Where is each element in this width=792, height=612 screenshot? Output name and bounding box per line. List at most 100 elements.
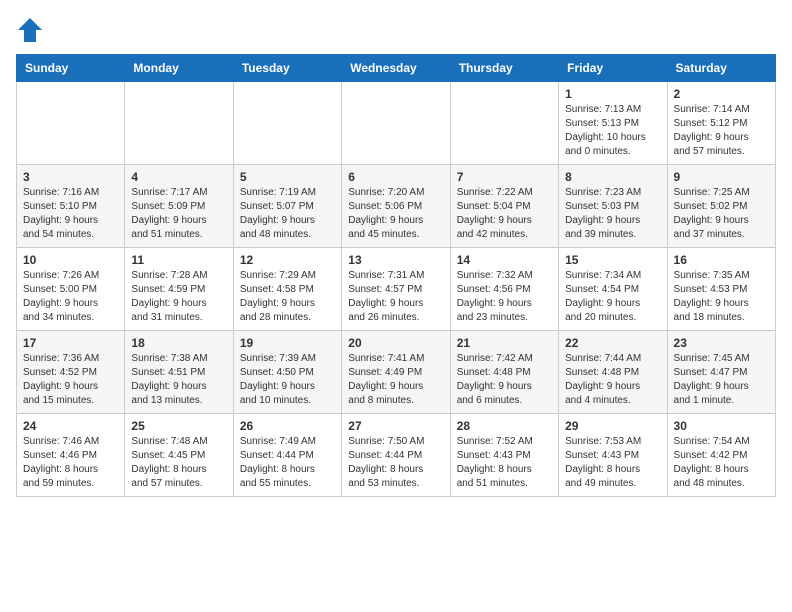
calendar-cell: 5 Sunrise: 7:19 AM Sunset: 5:07 PM Daylig… — [233, 165, 341, 248]
day-details: Sunrise: 7:20 AM Sunset: 5:06 PM Dayligh… — [348, 186, 443, 242]
calendar-header-row: SundayMondayTuesdayWednesdayThursdayFrid… — [17, 55, 776, 82]
day-number: 25 — [131, 419, 226, 433]
calendar-cell: 29 Sunrise: 7:53 AM Sunset: 4:43 PM Dayli… — [559, 414, 667, 497]
day-details: Sunrise: 7:22 AM Sunset: 5:04 PM Dayligh… — [457, 186, 552, 242]
calendar-cell: 24 Sunrise: 7:46 AM Sunset: 4:46 PM Dayli… — [17, 414, 125, 497]
day-number: 2 — [674, 87, 769, 101]
day-number: 12 — [240, 253, 335, 267]
day-details: Sunrise: 7:16 AM Sunset: 5:10 PM Dayligh… — [23, 186, 118, 242]
weekday-header: Monday — [125, 55, 233, 82]
day-details: Sunrise: 7:53 AM Sunset: 4:43 PM Dayligh… — [565, 435, 660, 491]
day-number: 1 — [565, 87, 660, 101]
day-details: Sunrise: 7:31 AM Sunset: 4:57 PM Dayligh… — [348, 269, 443, 325]
calendar-cell: 20 Sunrise: 7:41 AM Sunset: 4:49 PM Dayli… — [342, 331, 450, 414]
day-number: 6 — [348, 170, 443, 184]
day-details: Sunrise: 7:26 AM Sunset: 5:00 PM Dayligh… — [23, 269, 118, 325]
calendar-cell: 1 Sunrise: 7:13 AM Sunset: 5:13 PM Daylig… — [559, 82, 667, 165]
day-number: 11 — [131, 253, 226, 267]
calendar-cell: 22 Sunrise: 7:44 AM Sunset: 4:48 PM Dayli… — [559, 331, 667, 414]
calendar-cell — [233, 82, 341, 165]
day-details: Sunrise: 7:36 AM Sunset: 4:52 PM Dayligh… — [23, 352, 118, 408]
calendar-cell — [17, 82, 125, 165]
calendar-cell: 14 Sunrise: 7:32 AM Sunset: 4:56 PM Dayli… — [450, 248, 558, 331]
day-details: Sunrise: 7:49 AM Sunset: 4:44 PM Dayligh… — [240, 435, 335, 491]
calendar-cell: 17 Sunrise: 7:36 AM Sunset: 4:52 PM Dayli… — [17, 331, 125, 414]
calendar-cell: 30 Sunrise: 7:54 AM Sunset: 4:42 PM Dayli… — [667, 414, 775, 497]
day-details: Sunrise: 7:19 AM Sunset: 5:07 PM Dayligh… — [240, 186, 335, 242]
calendar-cell: 12 Sunrise: 7:29 AM Sunset: 4:58 PM Dayli… — [233, 248, 341, 331]
day-details: Sunrise: 7:25 AM Sunset: 5:02 PM Dayligh… — [674, 186, 769, 242]
calendar-cell: 15 Sunrise: 7:34 AM Sunset: 4:54 PM Dayli… — [559, 248, 667, 331]
weekday-header: Friday — [559, 55, 667, 82]
calendar-week-row: 10 Sunrise: 7:26 AM Sunset: 5:00 PM Dayli… — [17, 248, 776, 331]
calendar-cell: 27Sunrise: 7:50 AM Sunset: 4:44 PM Dayli… — [342, 414, 450, 497]
weekday-header: Saturday — [667, 55, 775, 82]
day-number: 21 — [457, 336, 552, 350]
day-details: Sunrise: 7:23 AM Sunset: 5:03 PM Dayligh… — [565, 186, 660, 242]
day-details: Sunrise: 7:29 AM Sunset: 4:58 PM Dayligh… — [240, 269, 335, 325]
calendar-cell: 8 Sunrise: 7:23 AM Sunset: 5:03 PM Daylig… — [559, 165, 667, 248]
day-details: Sunrise: 7:41 AM Sunset: 4:49 PM Dayligh… — [348, 352, 443, 408]
day-details: Sunrise: 7:38 AM Sunset: 4:51 PM Dayligh… — [131, 352, 226, 408]
day-details: Sunrise: 7:32 AM Sunset: 4:56 PM Dayligh… — [457, 269, 552, 325]
day-number: 10 — [23, 253, 118, 267]
day-number: 16 — [674, 253, 769, 267]
day-number: 13 — [348, 253, 443, 267]
calendar-cell: 18 Sunrise: 7:38 AM Sunset: 4:51 PM Dayli… — [125, 331, 233, 414]
calendar-cell: 28 Sunrise: 7:52 AM Sunset: 4:43 PM Dayli… — [450, 414, 558, 497]
day-number: 29 — [565, 419, 660, 433]
day-number: 17 — [23, 336, 118, 350]
calendar-cell: 26 Sunrise: 7:49 AM Sunset: 4:44 PM Dayli… — [233, 414, 341, 497]
day-number: 5 — [240, 170, 335, 184]
day-details: Sunrise: 7:13 AM Sunset: 5:13 PM Dayligh… — [565, 103, 660, 159]
day-number: 26 — [240, 419, 335, 433]
day-details: Sunrise: 7:52 AM Sunset: 4:43 PM Dayligh… — [457, 435, 552, 491]
day-details: Sunrise: 7:45 AM Sunset: 4:47 PM Dayligh… — [674, 352, 769, 408]
calendar-cell: 3 Sunrise: 7:16 AM Sunset: 5:10 PM Daylig… — [17, 165, 125, 248]
day-details: Sunrise: 7:39 AM Sunset: 4:50 PM Dayligh… — [240, 352, 335, 408]
calendar-cell — [125, 82, 233, 165]
day-details: Sunrise: 7:28 AM Sunset: 4:59 PM Dayligh… — [131, 269, 226, 325]
weekday-header: Wednesday — [342, 55, 450, 82]
calendar-week-row: 17 Sunrise: 7:36 AM Sunset: 4:52 PM Dayli… — [17, 331, 776, 414]
day-number: 8 — [565, 170, 660, 184]
calendar-cell: 10 Sunrise: 7:26 AM Sunset: 5:00 PM Dayli… — [17, 248, 125, 331]
logo-icon — [16, 16, 44, 44]
day-details: Sunrise: 7:35 AM Sunset: 4:53 PM Dayligh… — [674, 269, 769, 325]
day-number: 30 — [674, 419, 769, 433]
weekday-header: Tuesday — [233, 55, 341, 82]
day-number: 28 — [457, 419, 552, 433]
day-details: Sunrise: 7:34 AM Sunset: 4:54 PM Dayligh… — [565, 269, 660, 325]
calendar-cell: 2 Sunrise: 7:14 AM Sunset: 5:12 PM Daylig… — [667, 82, 775, 165]
weekday-header: Sunday — [17, 55, 125, 82]
calendar-cell: 23 Sunrise: 7:45 AM Sunset: 4:47 PM Dayli… — [667, 331, 775, 414]
calendar-cell: 4Sunrise: 7:17 AM Sunset: 5:09 PM Daylig… — [125, 165, 233, 248]
day-details: Sunrise: 7:46 AM Sunset: 4:46 PM Dayligh… — [23, 435, 118, 491]
calendar-cell: 7 Sunrise: 7:22 AM Sunset: 5:04 PM Daylig… — [450, 165, 558, 248]
day-details: Sunrise: 7:54 AM Sunset: 4:42 PM Dayligh… — [674, 435, 769, 491]
calendar-cell — [342, 82, 450, 165]
calendar-cell: 21 Sunrise: 7:42 AM Sunset: 4:48 PM Dayli… — [450, 331, 558, 414]
day-number: 20 — [348, 336, 443, 350]
calendar-cell — [450, 82, 558, 165]
day-number: 14 — [457, 253, 552, 267]
day-number: 7 — [457, 170, 552, 184]
day-details: Sunrise: 7:48 AM Sunset: 4:45 PM Dayligh… — [131, 435, 226, 491]
calendar-cell: 19Sunrise: 7:39 AM Sunset: 4:50 PM Dayli… — [233, 331, 341, 414]
day-details: Sunrise: 7:17 AM Sunset: 5:09 PM Dayligh… — [131, 186, 226, 242]
day-details: Sunrise: 7:14 AM Sunset: 5:12 PM Dayligh… — [674, 103, 769, 159]
day-number: 23 — [674, 336, 769, 350]
calendar-week-row: 24 Sunrise: 7:46 AM Sunset: 4:46 PM Dayli… — [17, 414, 776, 497]
day-details: Sunrise: 7:42 AM Sunset: 4:48 PM Dayligh… — [457, 352, 552, 408]
day-number: 9 — [674, 170, 769, 184]
day-number: 24 — [23, 419, 118, 433]
calendar-cell: 25 Sunrise: 7:48 AM Sunset: 4:45 PM Dayli… — [125, 414, 233, 497]
day-number: 15 — [565, 253, 660, 267]
day-number: 18 — [131, 336, 226, 350]
day-details: Sunrise: 7:44 AM Sunset: 4:48 PM Dayligh… — [565, 352, 660, 408]
day-number: 22 — [565, 336, 660, 350]
calendar-week-row: 1 Sunrise: 7:13 AM Sunset: 5:13 PM Daylig… — [17, 82, 776, 165]
day-number: 3 — [23, 170, 118, 184]
day-details: Sunrise: 7:50 AM Sunset: 4:44 PM Dayligh… — [348, 435, 443, 491]
calendar-cell: 16 Sunrise: 7:35 AM Sunset: 4:53 PM Dayli… — [667, 248, 775, 331]
